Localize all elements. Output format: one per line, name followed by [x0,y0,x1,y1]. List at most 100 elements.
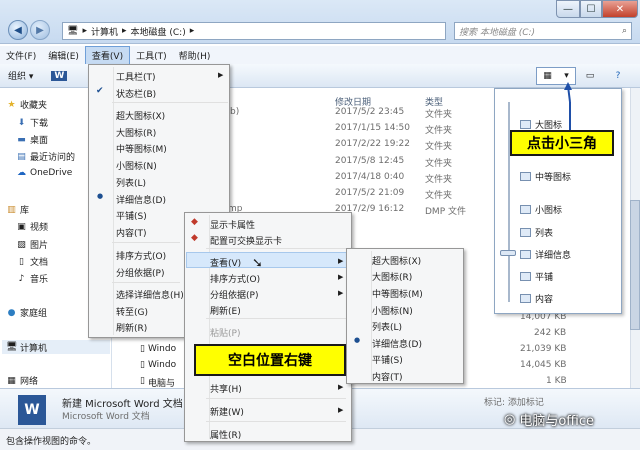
organize-button[interactable]: 组织 ▾ [0,69,41,82]
sub-large[interactable]: 大图标(R) [372,270,412,283]
nav-onedrive[interactable]: ☁ OneDrive [16,168,72,178]
nav-downloads[interactable]: ⬇ 下载 [16,116,48,130]
view-menu-goto[interactable]: 转至(G) [116,305,148,318]
view-menu-details[interactable]: 详细信息(D) [116,193,166,206]
forward-arrow-icon: ▶ [36,24,44,36]
picture-icon: ▨ [17,239,26,250]
forward-button[interactable]: ▶ [30,20,50,40]
nav-recent[interactable]: ▤ 最近访问的 [16,150,75,164]
close-button[interactable]: ✕ [602,0,638,18]
tiles-icon [520,272,531,281]
view-menu-statusbar[interactable]: 状态栏(B) [116,87,156,100]
size-cell: 21,039 KB [520,344,567,354]
ctx-display-card[interactable]: 显示卡属性 [210,218,255,231]
file-icon: ▯ [140,360,145,370]
ctx-refresh[interactable]: 刷新(E) [210,304,241,317]
computer-icon: 🖥 [67,26,79,36]
word-file-icon: W [18,395,46,425]
nav-computer[interactable]: 🖥 计算机 [2,340,110,354]
ctx-share[interactable]: 共享(H) [210,382,242,395]
sub-medium[interactable]: 中等图标(M) [372,287,423,300]
menu-file[interactable]: 文件(F) [0,47,42,64]
view-menu-refresh[interactable]: 刷新(R) [116,321,147,334]
sub-details[interactable]: 详细信息(D) [372,337,422,350]
ctx-paste[interactable]: 粘贴(P) [210,326,240,339]
list-item[interactable]: ▯ Windo [140,344,176,354]
view-menu-list[interactable]: 列表(L) [116,176,146,189]
ctx-properties[interactable]: 属性(R) [210,428,241,441]
search-input[interactable]: 搜索 本地磁盘 (C:) ⌕ [454,22,632,40]
word-icon[interactable]: W [51,70,68,81]
radio-dot-icon: ● [97,192,104,200]
nav-library[interactable]: ▥ 库 [6,203,29,217]
view-option-content[interactable]: 内容 [520,292,553,305]
sub-content[interactable]: 内容(T) [372,370,403,383]
view-menu-extralarge[interactable]: 超大图标(X) [116,109,165,122]
address-bar[interactable]: 🖥 ▸ 计算机 ▸ 本地磁盘 (C:) ▸ [62,22,446,40]
medium-icons-icon [520,172,531,181]
view-menu-tiles[interactable]: 平铺(S) [116,209,147,222]
size-cell: 242 KB [534,328,567,338]
sub-extralarge[interactable]: 超大图标(X) [372,254,421,267]
help-icon: ? [615,71,621,81]
view-menu-toolbar[interactable]: 工具栏(T) [116,70,156,83]
check-icon: ✔ [96,86,104,96]
sub-list[interactable]: 列表(L) [372,320,402,333]
menu-help[interactable]: 帮助(H) [173,47,217,64]
sub-tiles[interactable]: 平铺(S) [372,353,403,366]
small-icons-icon [520,205,531,214]
breadcrumb-sep: ▸ [121,26,127,36]
minimize-button[interactable]: — [556,0,580,18]
nav-music[interactable]: ♪ 音乐 [16,272,48,286]
view-menu-small[interactable]: 小图标(N) [116,159,157,172]
size-cell: 1 KB [546,376,567,386]
menu-tools[interactable]: 工具(T) [130,47,173,64]
breadcrumb-computer[interactable]: 计算机 [91,25,118,38]
search-icon: ⌕ [621,26,627,36]
menu-view[interactable]: 查看(V) [84,45,131,65]
view-option-tiles[interactable]: 平铺 [520,270,553,283]
nav-documents[interactable]: ▯ 文档 [16,255,48,269]
callout-click-triangle: 点击小三角 [510,130,614,156]
view-menu-groupby[interactable]: 分组依据(P) [116,266,164,279]
nav-favorites[interactable]: ★ 收藏夹 [6,98,47,112]
list-item[interactable]: ▯ Windo [140,360,176,370]
ctx-new[interactable]: 新建(W) [210,405,244,418]
back-button[interactable]: ◀ [8,20,28,40]
nav-video[interactable]: ▣ 视频 [16,220,48,234]
display-card-icon: ◆ [191,217,198,227]
nav-homegroup[interactable]: ● 家庭组 [6,306,47,320]
view-menu-content[interactable]: 内容(T) [116,226,147,239]
view-menu-sortby[interactable]: 排序方式(O) [116,249,166,262]
view-menu-large[interactable]: 大图标(R) [116,126,156,139]
view-option-list[interactable]: 列表 [520,226,553,239]
ctx-switchable-card[interactable]: 配置可交换显示卡 [210,234,282,247]
nav-desktop[interactable]: ▬ 桌面 [16,133,48,147]
nav-network[interactable]: ▦ 网络 [6,374,38,388]
ctx-groupby[interactable]: 分组依据(P) [210,288,258,301]
back-arrow-icon: ◀ [14,24,22,36]
sub-small[interactable]: 小图标(N) [372,304,413,317]
view-option-small[interactable]: 小图标 [520,203,562,216]
content-icon [520,294,531,303]
ctx-sortby[interactable]: 排序方式(O) [210,272,260,285]
view-option-medium[interactable]: 中等图标 [520,170,571,183]
nav-pictures[interactable]: ▨ 图片 [16,238,48,252]
ctx-view[interactable]: 查看(V) [210,256,241,269]
details-tag[interactable]: 标记: 添加标记 [484,395,544,408]
maximize-button[interactable]: ☐ [580,0,602,18]
submenu-arrow-icon: ▶ [338,406,344,414]
view-slider-knob[interactable] [500,250,516,256]
submenu-arrow-icon: ▶ [338,383,344,391]
view-menu-medium[interactable]: 中等图标(M) [116,142,167,155]
download-icon: ⬇ [17,117,26,128]
help-button[interactable]: ? [608,67,628,85]
view-option-details[interactable]: 详细信息 [520,248,571,261]
scrollbar-thumb[interactable] [630,200,640,330]
desktop-icon: ▬ [17,134,26,145]
menu-edit[interactable]: 编辑(E) [42,47,85,64]
list-icon [520,228,531,237]
breadcrumb-sep: ▸ [189,26,195,36]
view-menu-choose-details[interactable]: 选择详细信息(H) [116,288,184,301]
breadcrumb-drive[interactable]: 本地磁盘 (C:) [131,25,186,38]
